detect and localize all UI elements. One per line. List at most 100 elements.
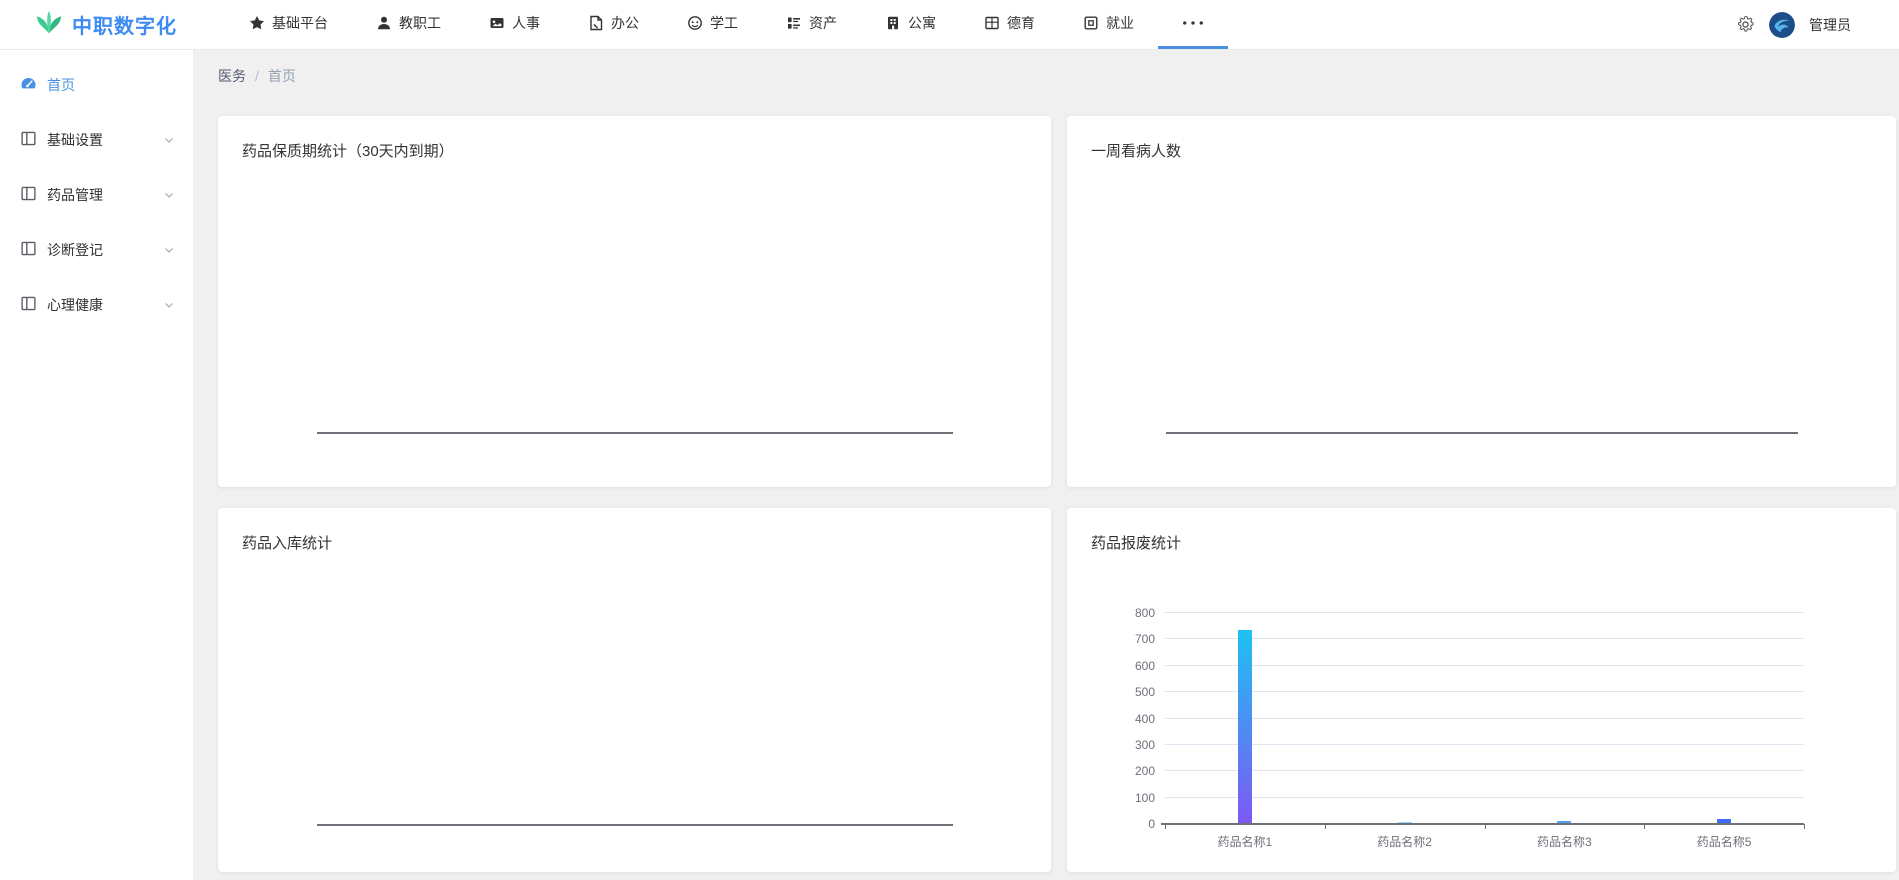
y-axis-label: 800 [1067,606,1155,620]
chevron-down-icon [163,299,175,311]
book-icon [20,295,37,315]
user-avatar[interactable] [1769,12,1795,38]
nav-label: 办公 [611,13,639,33]
nav-item-student-affairs[interactable]: 学工 [663,0,762,49]
y-axis-label: 500 [1067,685,1155,699]
breadcrumb-separator: / [255,68,259,84]
sidebar-item-label: 药品管理 [47,185,103,205]
username[interactable]: 管理员 [1809,15,1851,35]
card-title: 一周看病人数 [1091,140,1181,161]
gridline [1165,770,1804,771]
empty-chart-axis [317,824,953,826]
chevron-down-icon [163,189,175,201]
x-axis-tick [1644,824,1645,829]
app-title: 中职数字化 [72,10,177,39]
scrap-bar-chart: 0100200300400500600700800药品名称1药品名称2药品名称3… [1165,613,1804,824]
gridline [1165,744,1804,745]
bar-药品名称1 [1238,630,1252,823]
card-title: 药品保质期统计（30天内到期） [242,140,454,161]
list-icon [786,15,802,31]
sidebar-item-diagnosis-registration[interactable]: 诊断登记 [0,229,193,271]
chevron-down-icon [163,244,175,256]
gridline [1165,665,1804,666]
y-axis-label: 300 [1067,738,1155,752]
face-icon [687,15,703,31]
card-medicine-scrap: 药品报废统计 0100200300400500600700800药品名称1药品名… [1067,508,1896,872]
leaf-logo-icon [34,7,64,42]
nav-label: 学工 [710,13,738,33]
topbar: 中职数字化 基础平台 教职工 人事 办公 [0,0,1899,50]
card-weekly-patients: 一周看病人数 [1067,116,1896,487]
gear-icon[interactable] [1736,15,1755,34]
nav-item-more[interactable] [1158,0,1228,49]
nav-item-hr[interactable]: 人事 [465,0,564,49]
x-axis-line [1161,823,1804,825]
file-icon [588,15,604,31]
nav-item-apartment[interactable]: 公寓 [861,0,960,49]
nav-label: 就业 [1106,13,1134,33]
card-medicine-inbound: 药品入库统计 [218,508,1051,872]
empty-chart-axis [317,432,953,434]
y-axis-label: 0 [1067,817,1155,831]
chevron-down-icon [163,134,175,146]
x-axis-category-label: 药品名称5 [1697,833,1752,850]
sidebar-item-home[interactable]: 首页 [0,64,193,106]
nav-label: 资产 [809,13,837,33]
card-medicine-shelf-life: 药品保质期统计（30天内到期） [218,116,1051,487]
grid-icon [984,15,1000,31]
main-nav: 基础平台 教职工 人事 办公 学工 [225,0,1228,49]
app-logo[interactable]: 中职数字化 [0,0,225,49]
bar-药品名称5 [1717,819,1731,823]
nav-item-assets[interactable]: 资产 [762,0,861,49]
bar-药品名称2 [1398,822,1412,824]
breadcrumb-item-home: 首页 [268,66,296,86]
x-axis-tick [1804,824,1805,829]
sidebar-item-mental-health[interactable]: 心理健康 [0,284,193,326]
y-axis-label: 100 [1067,791,1155,805]
card-title: 药品报废统计 [1091,532,1181,553]
dashboard-grid: 药品保质期统计（30天内到期） 一周看病人数 药品入库统计 药品报废统计 010… [218,116,1896,872]
sidebar-item-basic-settings[interactable]: 基础设置 [0,119,193,161]
gridline [1165,612,1804,613]
x-axis-category-label: 药品名称1 [1218,833,1273,850]
empty-chart-axis [1166,432,1798,434]
nav-label: 德育 [1007,13,1035,33]
book-icon [20,185,37,205]
gridline [1165,638,1804,639]
person-icon [376,15,392,31]
book-icon [20,240,37,260]
frame-icon [1083,15,1099,31]
nav-item-employment[interactable]: 就业 [1059,0,1158,49]
bar-药品名称3 [1557,821,1571,823]
main-content: 医务 / 首页 药品保质期统计（30天内到期） 一周看病人数 药品入库统计 药品… [194,0,1899,872]
gridline [1165,797,1804,798]
building-icon [885,15,901,31]
book-icon [20,130,37,150]
nav-item-staff[interactable]: 教职工 [352,0,465,49]
nav-label: 公寓 [908,13,936,33]
y-axis-label: 700 [1067,632,1155,646]
gridline [1165,691,1804,692]
sidebar-item-label: 首页 [47,75,75,95]
topbar-right: 管理员 [1736,0,1899,49]
card-title: 药品入库统计 [242,532,332,553]
nav-label: 人事 [512,13,540,33]
breadcrumb-item-medical[interactable]: 医务 [218,66,246,86]
sidebar: 首页 基础设置 药品管理 诊断登记 心理健康 [0,50,194,880]
y-axis-label: 600 [1067,659,1155,673]
x-axis-tick [1485,824,1486,829]
nav-item-moral-education[interactable]: 德育 [960,0,1059,49]
dashboard-icon [20,75,37,95]
x-axis-category-label: 药品名称2 [1377,833,1432,850]
nav-label: 基础平台 [272,13,328,33]
nav-item-base-platform[interactable]: 基础平台 [225,0,352,49]
ellipsis-icon [1182,20,1204,26]
nav-label: 教职工 [399,13,441,33]
x-axis-tick [1325,824,1326,829]
sidebar-item-label: 诊断登记 [47,240,103,260]
id-card-icon [489,15,505,31]
x-axis-tick [1165,824,1166,829]
nav-item-office[interactable]: 办公 [564,0,663,49]
sidebar-item-medicine-management[interactable]: 药品管理 [0,174,193,216]
breadcrumb: 医务 / 首页 [218,66,1896,86]
